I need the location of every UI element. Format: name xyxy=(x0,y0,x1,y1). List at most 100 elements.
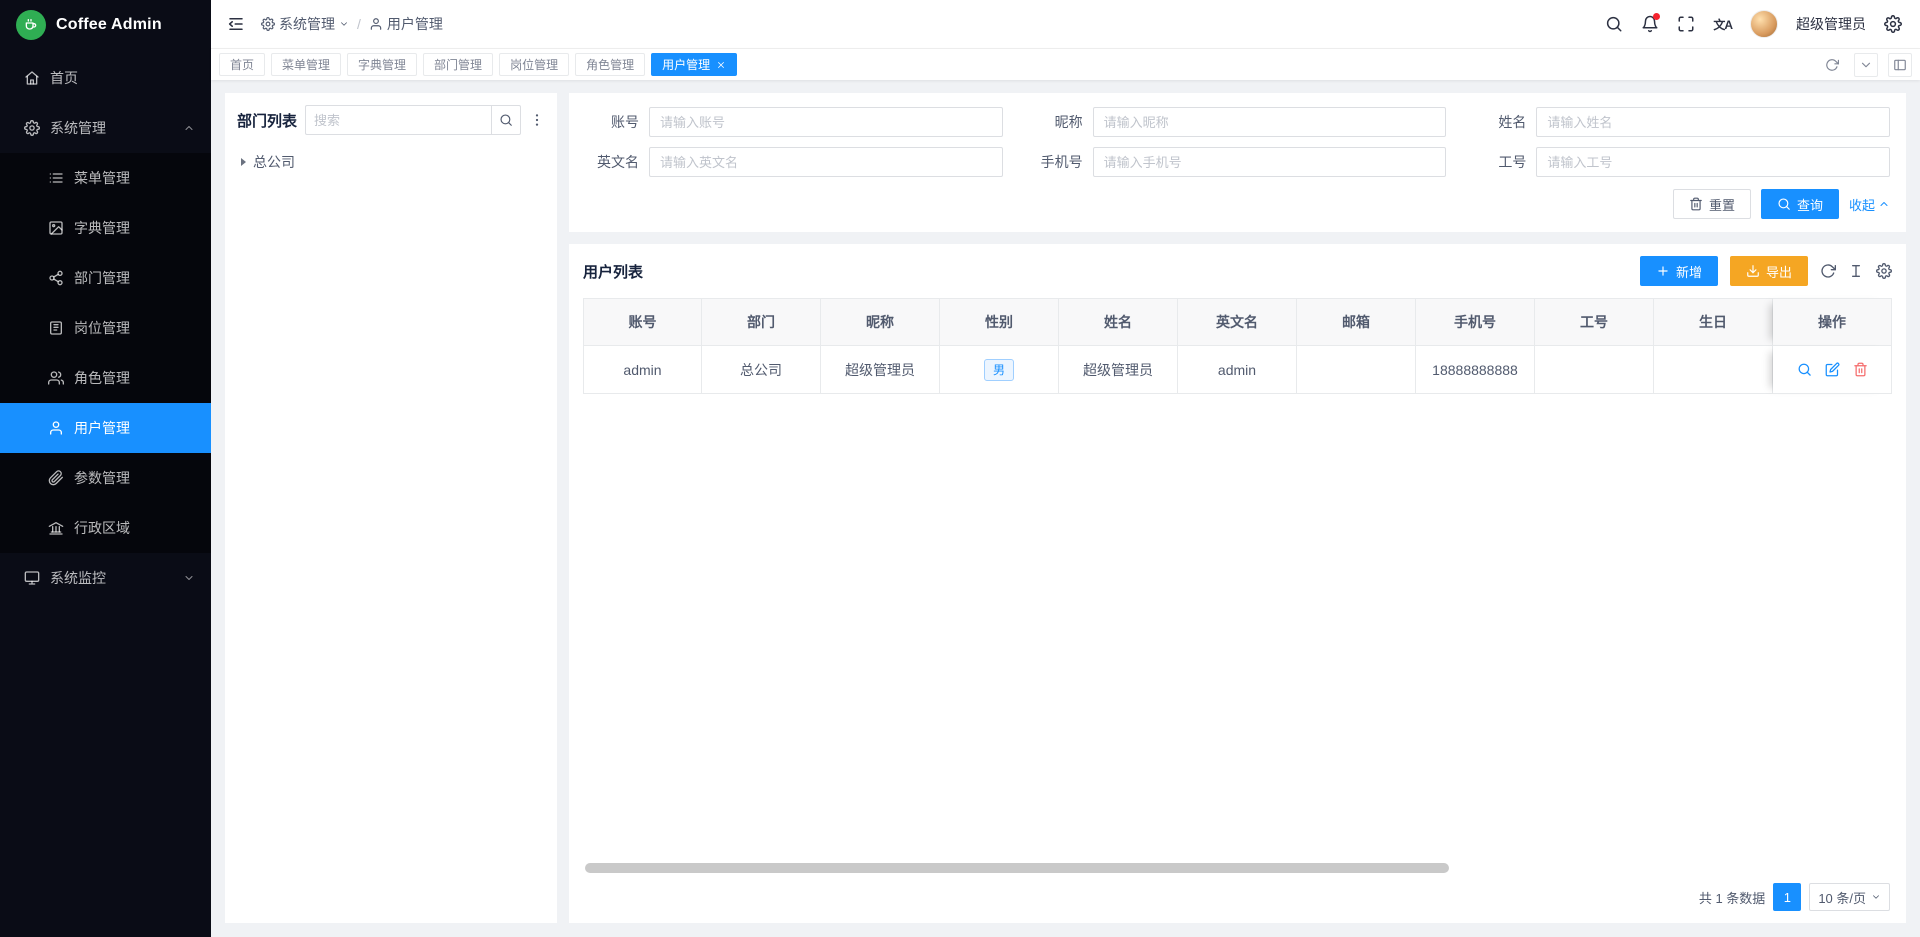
tab-home[interactable]: 首页 xyxy=(219,53,265,76)
row-actions xyxy=(1779,362,1885,377)
app-logo[interactable]: Coffee Admin xyxy=(0,0,211,49)
tab-list-dropdown-button[interactable] xyxy=(1854,53,1878,77)
layout-toggle-button[interactable] xyxy=(1888,53,1912,77)
fullscreen-icon[interactable] xyxy=(1677,15,1695,33)
sidebar-item-system-monitor[interactable]: 系统监控 xyxy=(0,553,211,603)
more-options-icon[interactable] xyxy=(529,112,545,128)
chevron-down-icon xyxy=(1859,58,1873,72)
chevron-up-icon xyxy=(1878,198,1890,210)
org-tree-icon xyxy=(48,270,64,286)
sidebar-item-menu-management[interactable]: 菜单管理 xyxy=(0,153,211,203)
search-icon xyxy=(1777,197,1791,211)
tab-label: 角色管理 xyxy=(586,56,634,73)
tree-expander-icon[interactable] xyxy=(241,158,246,166)
user-icon xyxy=(48,420,64,436)
job-number-label: 工号 xyxy=(1472,152,1536,172)
settings-gear-icon[interactable] xyxy=(1884,15,1902,33)
breadcrumb-system-management[interactable]: 系统管理 xyxy=(261,14,349,34)
cell-phone: 18888888888 xyxy=(1416,346,1535,394)
tab-label: 首页 xyxy=(230,56,254,73)
english-name-input[interactable] xyxy=(649,147,1003,177)
table-row[interactable]: admin 总公司 超级管理员 男 超级管理员 admin 1888888888… xyxy=(583,346,1892,394)
breadcrumb-separator: / xyxy=(355,16,363,32)
phone-input[interactable] xyxy=(1093,147,1447,177)
sidebar-item-role-management[interactable]: 角色管理 xyxy=(0,353,211,403)
tab-user-management[interactable]: 用户管理 xyxy=(651,53,737,76)
cell-birthday xyxy=(1654,346,1773,394)
user-list-header: 用户列表 新增 导出 xyxy=(583,256,1892,286)
tab-role-management[interactable]: 角色管理 xyxy=(575,53,645,76)
view-row-icon[interactable] xyxy=(1797,362,1812,377)
cell-gender: 男 xyxy=(940,346,1059,394)
refresh-table-icon[interactable] xyxy=(1820,263,1836,279)
sidebar-item-dept-management[interactable]: 部门管理 xyxy=(0,253,211,303)
tab-menu-management[interactable]: 菜单管理 xyxy=(271,53,341,76)
tab-label: 字典管理 xyxy=(358,56,406,73)
filter-actions: 重置 查询 收起 xyxy=(585,189,1890,219)
column-header-phone: 手机号 xyxy=(1416,298,1535,346)
monitor-icon xyxy=(24,570,40,586)
page-size-value: 10 条/页 xyxy=(1818,888,1866,907)
tree-node-head-office[interactable]: 总公司 xyxy=(239,147,543,177)
sidebar-item-label: 首页 xyxy=(50,68,78,88)
tree-node-label: 总公司 xyxy=(253,152,295,172)
gear-icon xyxy=(24,120,40,136)
page-1-button[interactable]: 1 xyxy=(1773,883,1801,911)
collapse-sidebar-icon[interactable] xyxy=(227,15,245,33)
job-number-input[interactable] xyxy=(1536,147,1890,177)
row-height-icon[interactable] xyxy=(1848,263,1864,279)
reset-button[interactable]: 重置 xyxy=(1673,189,1751,219)
column-settings-icon[interactable] xyxy=(1876,263,1892,279)
user-list-card: 用户列表 新增 导出 xyxy=(569,244,1906,923)
collapse-filters-link[interactable]: 收起 xyxy=(1849,195,1890,214)
sidebar-item-user-management[interactable]: 用户管理 xyxy=(0,403,211,453)
horizontal-scrollbar[interactable] xyxy=(585,863,1449,873)
sidebar-item-region-management[interactable]: 行政区域 xyxy=(0,503,211,553)
page-size-select[interactable]: 10 条/页 xyxy=(1809,883,1890,911)
chevron-up-icon xyxy=(183,122,195,134)
sidebar-item-label: 部门管理 xyxy=(74,268,130,288)
tab-label: 用户管理 xyxy=(662,56,710,73)
department-search-button[interactable] xyxy=(491,105,521,135)
total-count: 共 1 条数据 xyxy=(1699,888,1765,907)
sidebar-item-home[interactable]: 首页 xyxy=(0,53,211,103)
export-button[interactable]: 导出 xyxy=(1730,256,1808,286)
cell-account: admin xyxy=(583,346,702,394)
query-button[interactable]: 查询 xyxy=(1761,189,1839,219)
tab-post-management[interactable]: 岗位管理 xyxy=(499,53,569,76)
users-icon xyxy=(48,370,64,386)
add-user-button[interactable]: 新增 xyxy=(1640,256,1718,286)
main-area: 系统管理 / 用户管理 文A 超级管理员 首页 菜单管理 字典管理 部门管 xyxy=(211,0,1920,937)
sidebar-item-dict-management[interactable]: 字典管理 xyxy=(0,203,211,253)
search-icon[interactable] xyxy=(1605,15,1623,33)
delete-row-icon[interactable] xyxy=(1853,362,1868,377)
sidebar-item-post-management[interactable]: 岗位管理 xyxy=(0,303,211,353)
tab-dept-management[interactable]: 部门管理 xyxy=(423,53,493,76)
notifications-button[interactable] xyxy=(1641,15,1659,33)
sidebar-item-system-management[interactable]: 系统管理 xyxy=(0,103,211,153)
nickname-input[interactable] xyxy=(1093,107,1447,137)
tab-label: 菜单管理 xyxy=(282,56,330,73)
close-icon[interactable] xyxy=(716,60,726,70)
department-tree: 总公司 xyxy=(237,145,545,179)
current-user-name[interactable]: 超级管理员 xyxy=(1796,14,1866,34)
search-icon xyxy=(499,113,513,127)
sidebar-item-label: 用户管理 xyxy=(74,418,130,438)
tab-bar: 首页 菜单管理 字典管理 部门管理 岗位管理 角色管理 用户管理 xyxy=(211,49,1920,80)
sidebar-item-param-management[interactable]: 参数管理 xyxy=(0,453,211,503)
department-search-input[interactable] xyxy=(305,105,491,135)
tab-dict-management[interactable]: 字典管理 xyxy=(347,53,417,76)
chevron-down-icon xyxy=(339,19,349,29)
name-input[interactable] xyxy=(1536,107,1890,137)
edit-row-icon[interactable] xyxy=(1825,362,1840,377)
badge-icon xyxy=(48,320,64,336)
cell-job-number xyxy=(1535,346,1654,394)
department-panel-title: 部门列表 xyxy=(237,110,297,131)
account-input[interactable] xyxy=(649,107,1003,137)
clear-icon xyxy=(1689,197,1703,211)
sidebar-item-label: 角色管理 xyxy=(74,368,130,388)
coffee-logo-icon xyxy=(16,10,46,40)
avatar[interactable] xyxy=(1750,10,1778,38)
translate-icon[interactable]: 文A xyxy=(1713,16,1732,33)
refresh-tab-button[interactable] xyxy=(1820,53,1844,77)
